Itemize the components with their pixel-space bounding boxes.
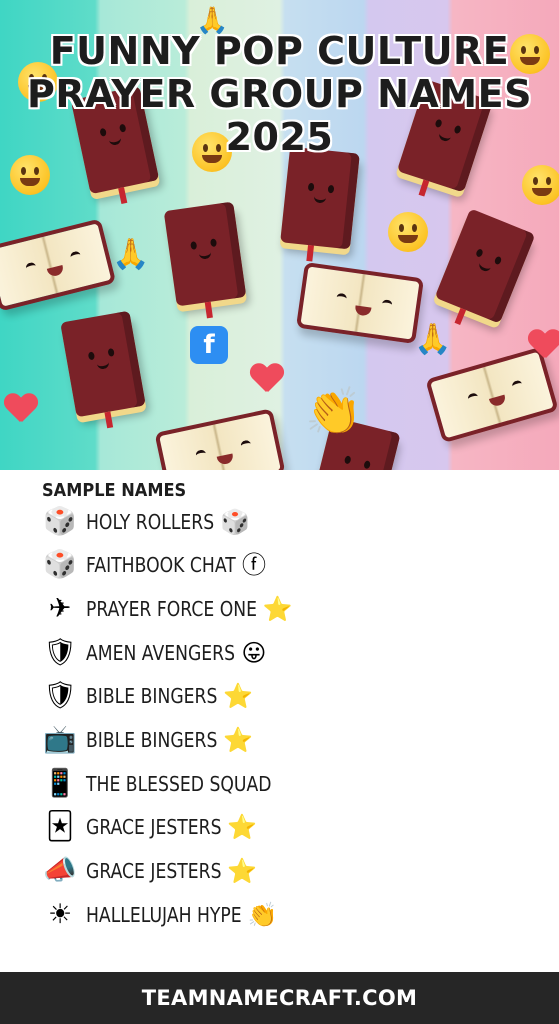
- gray-dice-icon: 🎲: [43, 549, 77, 580]
- list-item: 📱 THE BLESSED SQUAD: [40, 766, 302, 802]
- list-item-label: HOLY ROLLERS: [86, 510, 215, 534]
- phone-icon: 📱: [43, 768, 77, 799]
- title-line-2: PRAYER GROUP NAMES: [27, 72, 532, 116]
- open-book-icon: [425, 346, 559, 444]
- title-line-1: FUNNY POP CULTURE: [49, 29, 510, 73]
- megaphone-icon: 📣: [43, 855, 77, 886]
- list-item-label: THE BLESSED SQUAD: [86, 772, 272, 796]
- star-icon: ⭐: [223, 726, 254, 754]
- hero-banner: f 🙏 🙏 🙏 👏 FUNNY POP CULTURE PRAYER GROUP…: [0, 0, 559, 470]
- heart-icon: [4, 394, 38, 424]
- sample-names-list: SAMPLE NAMES 🎲 HOLY ROLLERS 🎲 🎲 FAITHBOOK CH…: [0, 470, 559, 972]
- list-item-label: BIBLE BINGERS: [86, 684, 218, 708]
- smiley-icon: [522, 165, 559, 205]
- footer-link[interactable]: TEAMNAMECRAFT.COM: [142, 986, 417, 1010]
- heart-icon: [528, 330, 559, 360]
- heart-icon: [250, 364, 284, 394]
- star-icon: ⭐: [227, 813, 257, 841]
- open-book-icon: [295, 261, 425, 345]
- facebook-bubble-icon: f: [190, 326, 228, 364]
- list-item-label: PRAYER FORCE ONE: [86, 597, 257, 621]
- sun-icon: ☀: [47, 899, 73, 930]
- open-book-icon: [154, 408, 286, 470]
- clapping-hands-icon: 👏: [247, 901, 278, 929]
- open-book-icon: [0, 218, 117, 312]
- section-heading: SAMPLE NAMES: [42, 480, 187, 501]
- facebook-icon: ⓕ: [242, 551, 266, 579]
- list-item-label: BIBLE BINGERS: [86, 728, 218, 752]
- smiley-icon: [10, 155, 50, 195]
- list-item: 📣 GRACE JESTERS ⭐: [40, 853, 257, 889]
- airplane-icon: ✈: [48, 593, 72, 624]
- list-item-label: FAITHBOOK CHAT: [86, 553, 236, 577]
- praying-hands-icon: 🙏: [414, 322, 452, 357]
- dice-icon: 🎲: [220, 508, 251, 536]
- smiley-icon: [388, 212, 428, 252]
- title-line-3: 2025: [225, 115, 334, 159]
- list-item: 🛡 BIBLE BINGERS ⭐: [40, 678, 253, 714]
- jester-hat-icon: 🃏: [46, 811, 74, 842]
- list-item: ☀ HALLELUJAH HYPE 👏: [40, 897, 278, 933]
- bible-icon: [280, 146, 360, 262]
- star-icon: ⭐: [223, 682, 254, 710]
- shield-icon: 🛡: [42, 637, 78, 668]
- list-item-label: HALLELUJAH HYPE: [86, 903, 242, 927]
- bible-icon: [163, 201, 247, 319]
- star-icon: ⭐: [227, 857, 257, 885]
- list-item-label: GRACE JESTERS: [86, 815, 222, 839]
- list-item: ✈ PRAYER FORCE ONE ⭐: [40, 591, 293, 627]
- bible-icon: [434, 208, 536, 325]
- list-item: 🃏 GRACE JESTERS ⭐: [40, 809, 257, 845]
- page-title: FUNNY POP CULTURE PRAYER GROUP NAMES 202…: [0, 30, 559, 159]
- bible-icon: [60, 310, 146, 429]
- dice-icon: 🎲: [43, 506, 77, 537]
- star-icon: ⭐: [262, 595, 293, 623]
- red-shield-icon: 🛡: [42, 680, 78, 711]
- footer: TEAMNAMECRAFT.COM: [0, 972, 559, 1024]
- tongue-face-icon: 😛: [241, 639, 267, 667]
- list-item: 🛡 AMEN AVENGERS 😛: [40, 635, 267, 671]
- list-item: 🎲 HOLY ROLLERS 🎲: [40, 504, 250, 540]
- tv-icon: 📺: [43, 724, 77, 755]
- praying-hands-icon: 🙏: [112, 237, 150, 272]
- clapping-hands-icon: 👏: [305, 384, 363, 438]
- list-item: 📺 BIBLE BINGERS ⭐: [40, 722, 253, 758]
- list-item-label: AMEN AVENGERS: [86, 641, 236, 665]
- list-item-label: GRACE JESTERS: [86, 859, 222, 883]
- list-item: 🎲 FAITHBOOK CHAT ⓕ: [40, 547, 266, 583]
